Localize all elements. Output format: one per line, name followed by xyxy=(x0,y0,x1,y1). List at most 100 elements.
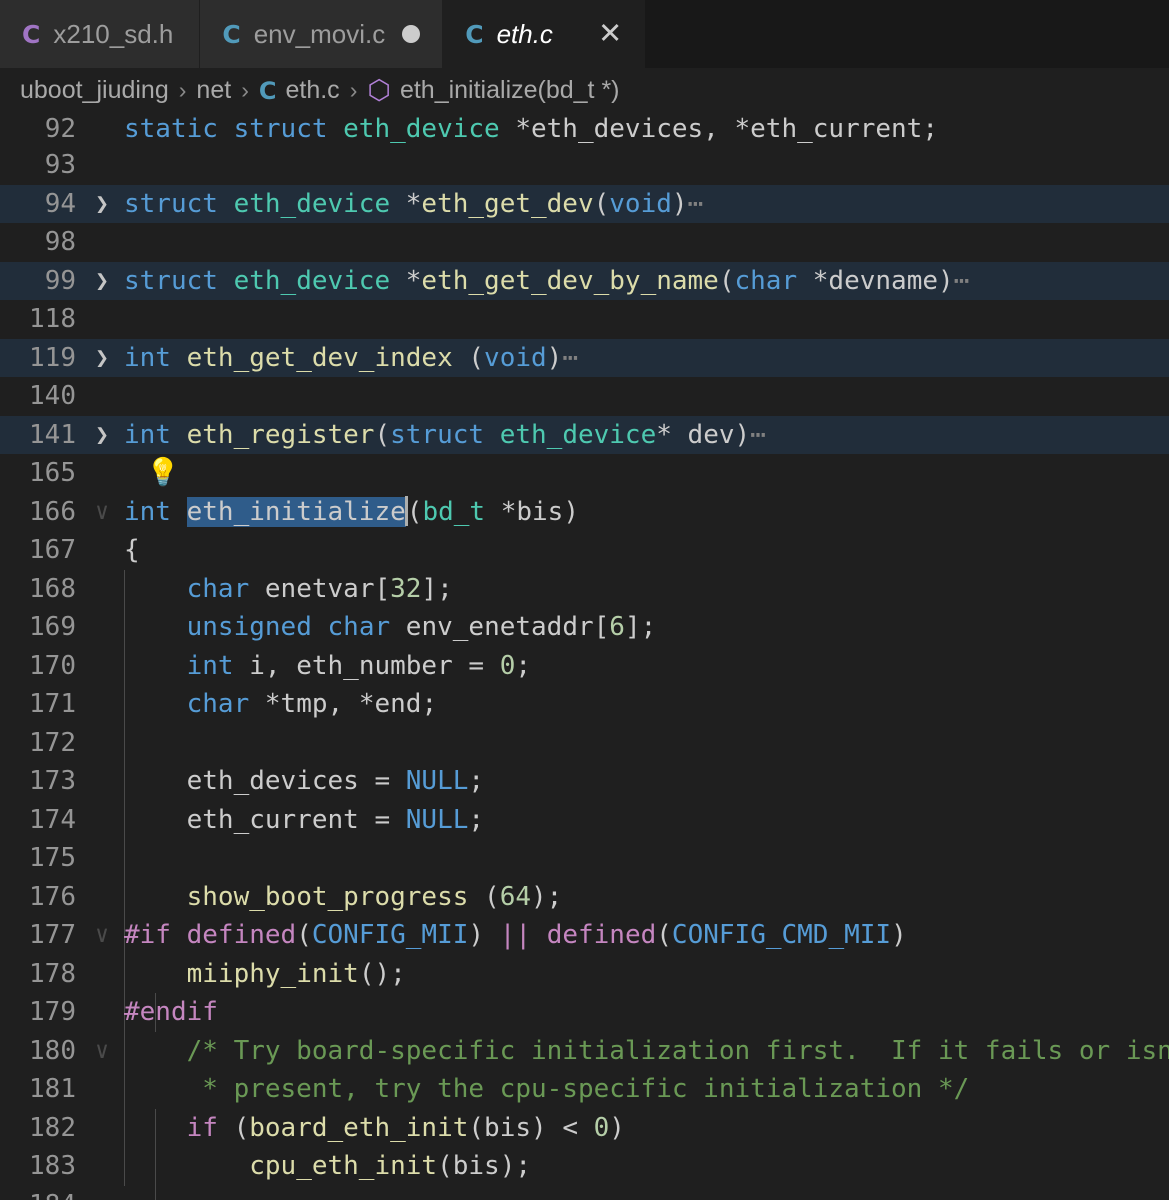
code-line-content[interactable]: struct eth_device *eth_get_dev(void)⋯ xyxy=(124,185,1169,224)
code-line[interactable]: 172 xyxy=(0,724,1169,763)
code-line-content[interactable] xyxy=(124,377,1169,416)
code-line-content[interactable]: int eth_initialize(bd_t *bis) xyxy=(124,493,1169,532)
code-line-content[interactable] xyxy=(124,300,1169,339)
code-token: ⋯ xyxy=(953,265,970,296)
lightbulb-quickfix-icon[interactable]: 💡 xyxy=(146,454,180,493)
code-line-content[interactable]: int i, eth_number = 0; xyxy=(124,647,1169,686)
code-line-content[interactable]: char enetvar[32]; xyxy=(124,570,1169,609)
editor-tab-eth-c[interactable]: Ceth.c ✕ xyxy=(443,0,646,68)
breadcrumb-item-net[interactable]: net xyxy=(196,76,231,105)
code-line[interactable]: 169 unsigned char env_enetaddr[6]; xyxy=(0,608,1169,647)
code-editor[interactable]: 92 static struct eth_device *eth_devices… xyxy=(0,113,1169,1200)
code-line-content[interactable]: cpu_eth_init(bis); xyxy=(124,1147,1169,1186)
code-line[interactable]: 183 cpu_eth_init(bis); xyxy=(0,1147,1169,1186)
chevron-right-icon[interactable]: ❯ xyxy=(80,339,124,378)
code-line[interactable]: 93 xyxy=(0,146,1169,185)
tab-label: x210_sd.h xyxy=(53,18,174,49)
code-line[interactable]: 140 xyxy=(0,377,1169,416)
code-line[interactable]: 92 static struct eth_device *eth_devices… xyxy=(0,113,1169,146)
code-token: miiphy_init xyxy=(186,958,359,989)
code-line-content[interactable]: int eth_register(struct eth_device* dev)… xyxy=(124,416,1169,455)
code-line-content[interactable]: if (board_eth_init(bis) < 0) xyxy=(124,1109,1169,1148)
chevron-right-icon[interactable]: ❯ xyxy=(80,416,124,455)
code-token: ; xyxy=(515,650,532,681)
code-line-content[interactable] xyxy=(124,146,1169,185)
code-line[interactable]: 179 #endif xyxy=(0,993,1169,1032)
chevron-down-icon[interactable]: ∨ xyxy=(80,493,124,532)
line-number: 180 xyxy=(29,1035,76,1066)
code-line[interactable]: 166 ∨ int eth_initialize(bd_t *bis) xyxy=(0,493,1169,532)
code-line[interactable]: 184 xyxy=(0,1186,1169,1200)
line-number: 178 xyxy=(29,958,76,989)
chevron-down-icon[interactable]: ∨ xyxy=(80,916,124,955)
code-line[interactable]: 167 { xyxy=(0,531,1169,570)
code-line-content[interactable] xyxy=(124,1186,1169,1200)
breadcrumb-separator-icon: › xyxy=(241,77,249,103)
code-line-content[interactable]: #if defined(CONFIG_MII) || defined(CONFI… xyxy=(124,916,1169,955)
code-token: || xyxy=(499,920,532,950)
editor-tab-x210-sd-h[interactable]: Cx210_sd.h xyxy=(0,0,201,68)
code-line[interactable]: 168 char enetvar[32]; xyxy=(0,570,1169,609)
code-line-content[interactable]: #endif xyxy=(124,993,1169,1032)
fold-gutter-empty xyxy=(80,1109,124,1148)
code-line[interactable]: 99 ❯ struct eth_device *eth_get_dev_by_nam… xyxy=(0,261,1169,301)
code-line[interactable]: 181 * present, try the cpu-specific init… xyxy=(0,1070,1169,1109)
code-line-content[interactable]: int eth_get_dev_index (void)⋯ xyxy=(124,339,1169,378)
code-line[interactable]: 178 miiphy_init(); xyxy=(0,955,1169,994)
code-line[interactable]: 141 ❯ int eth_register(struct eth_device* … xyxy=(0,415,1169,455)
code-line[interactable]: 174 eth_current = NULL; xyxy=(0,801,1169,840)
chevron-right-icon[interactable]: ❯ xyxy=(80,185,124,224)
code-line[interactable]: 182 if (board_eth_init(bis) < 0) xyxy=(0,1109,1169,1148)
code-token: struct xyxy=(124,188,234,219)
line-number: 92 xyxy=(44,114,76,144)
close-icon[interactable]: ✕ xyxy=(598,19,622,49)
code-line[interactable]: 173 eth_devices = NULL; xyxy=(0,762,1169,801)
code-line[interactable]: 170 int i, eth_number = 0; xyxy=(0,647,1169,686)
code-line-content[interactable]: eth_current = NULL; xyxy=(124,801,1169,840)
code-line-content[interactable]: struct eth_device *eth_get_dev_by_name(c… xyxy=(124,262,1169,301)
code-token: *tmp, *end; xyxy=(264,689,438,719)
code-line-content[interactable]: eth_devices = NULL; xyxy=(124,762,1169,801)
code-line[interactable]: 180 ∨ /* Try board-specific initializatio… xyxy=(0,1032,1169,1071)
code-line-content[interactable] xyxy=(124,223,1169,262)
code-line[interactable]: 98 xyxy=(0,223,1169,262)
code-line-content[interactable]: show_boot_progress (64); xyxy=(124,878,1169,917)
code-line[interactable]: 175 xyxy=(0,839,1169,878)
chevron-right-icon[interactable]: ❯ xyxy=(80,262,124,301)
code-line-content[interactable]: char *tmp, *end; xyxy=(124,685,1169,724)
code-token: #endif xyxy=(124,997,218,1027)
code-line-content[interactable] xyxy=(124,724,1169,763)
fold-gutter-empty xyxy=(80,955,124,994)
editor-tab-env-movi-c[interactable]: Cenv_movi.c xyxy=(200,0,444,68)
code-token: eth_get_dev_by_name xyxy=(421,265,719,296)
breadcrumb-item-eth-initialize-bd-t-[interactable]: ⬡ eth_initialize(bd_t *) xyxy=(367,75,619,106)
code-line-content[interactable]: miiphy_init(); xyxy=(124,955,1169,994)
fold-gutter-empty xyxy=(80,685,124,724)
chevron-down-icon[interactable]: ∨ xyxy=(80,1032,124,1071)
code-line-content[interactable]: /* Try board-specific initialization fir… xyxy=(124,1032,1169,1071)
code-line-content[interactable]: { xyxy=(124,531,1169,570)
code-line[interactable]: 94 ❯ struct eth_device *eth_get_dev(void)⋯ xyxy=(0,184,1169,224)
code-token: (bis) < xyxy=(468,1112,594,1143)
code-line-content[interactable]: static struct eth_device *eth_devices, *… xyxy=(124,113,1169,146)
code-line-content[interactable]: * present, try the cpu-specific initiali… xyxy=(124,1070,1169,1109)
code-line-content[interactable]: unsigned char env_enetaddr[6]; xyxy=(124,608,1169,647)
code-line[interactable]: 176 show_boot_progress (64); xyxy=(0,878,1169,917)
breadcrumb-item-uboot-jiuding[interactable]: uboot_jiuding xyxy=(20,76,169,105)
fold-gutter-empty xyxy=(80,993,124,1032)
code-line[interactable]: 119 ❯ int eth_get_dev_index (void)⋯ xyxy=(0,338,1169,378)
line-number: 141 xyxy=(29,419,76,450)
breadcrumb-item-eth-c[interactable]: Ceth.c xyxy=(259,76,340,105)
code-line-content[interactable] xyxy=(124,839,1169,878)
code-line[interactable]: 171 char *tmp, *end; xyxy=(0,685,1169,724)
fold-gutter-empty xyxy=(80,223,124,262)
code-token: eth_devices = xyxy=(124,766,406,796)
code-line[interactable]: 177 ∨ #if defined(CONFIG_MII) || defined(C… xyxy=(0,916,1169,955)
code-token: (bis); xyxy=(437,1151,531,1181)
code-line[interactable]: 165 💡 xyxy=(0,454,1169,493)
code-line-content[interactable]: 💡 xyxy=(124,454,1169,493)
unsaved-changes-dot-icon[interactable] xyxy=(402,25,421,43)
code-line[interactable]: 118 xyxy=(0,300,1169,339)
